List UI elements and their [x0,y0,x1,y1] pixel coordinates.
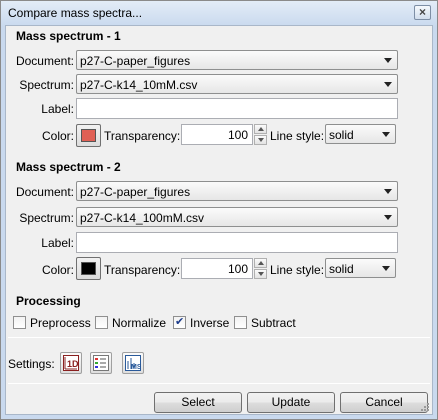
legend-settings-button[interactable] [90,352,112,374]
color-label-1: Color: [41,129,74,143]
transparency-input-2-value: 100 [227,262,248,276]
chevron-down-icon [382,132,390,137]
preprocess-checkbox[interactable]: Preprocess [13,315,93,331]
linestyle-label-1: Line style: [270,129,325,143]
document-label-1: Document: [15,54,74,68]
cancel-button[interactable]: Cancel [340,392,428,413]
dialog-window: Compare mass spectra... × Mass spectrum … [0,0,438,420]
document-select-1-value: p27-C-paper_figures [80,54,191,68]
separator [8,337,430,338]
linestyle-select-2-value: solid [329,262,354,276]
transparency-input-1[interactable]: 100 [181,124,253,145]
spectrum-select-2[interactable]: p27-C-k14_100mM.csv [76,207,398,227]
transparency-spinner-2[interactable] [254,258,267,279]
document-select-2[interactable]: p27-C-paper_figures [76,181,398,201]
spin-down-icon[interactable] [254,269,267,279]
checkbox-label: Normalize [112,316,167,330]
chevron-down-icon [384,82,392,87]
update-button[interactable]: Update [247,392,335,413]
settings-label: Settings: [8,357,55,371]
close-icon: × [418,5,426,19]
label-input-2[interactable] [76,232,398,253]
color-swatch-2 [81,262,96,275]
color-label-2: Color: [41,263,74,277]
label-label-2: Label: [41,236,74,250]
transparency-input-1-value: 100 [227,128,248,142]
title-bar[interactable]: Compare mass spectra... × [1,1,437,25]
spectrum-select-1-value: p27-C-k14_10mM.csv [80,78,198,92]
transparency-spinner-1[interactable] [254,124,267,145]
mass-spectrum-settings-icon: MS [125,355,141,371]
transparency-label-2: Transparency: [104,263,181,277]
mass-spectrum-icon-text: MS [131,364,141,371]
chevron-down-icon [384,189,392,194]
linestyle-select-1-value: solid [329,128,354,142]
chevron-down-icon [382,266,390,271]
linestyle-select-2[interactable]: solid [325,258,396,278]
select-button[interactable]: Select [154,392,242,413]
document-label-2: Document: [15,185,74,199]
spin-up-icon[interactable] [254,124,267,134]
document-select-1[interactable]: p27-C-paper_figures [76,50,398,70]
plot-1d-settings-button[interactable]: 1D [60,352,82,374]
spectrum-select-2-value: p27-C-k14_100mM.csv [80,211,205,225]
color-picker-button-1[interactable] [76,124,101,147]
subtract-checkbox[interactable]: Subtract [234,315,298,331]
section-title-spectrum-2: Mass spectrum - 2 [16,160,121,174]
checkbox-box[interactable] [95,316,108,329]
spectrum-label-1: Spectrum: [19,78,74,92]
plot-1d-settings-icon: 1D [63,355,79,371]
window-title: Compare mass spectra... [8,6,143,20]
color-swatch-1 [81,129,96,142]
color-picker-button-2[interactable] [76,257,101,280]
linestyle-select-1[interactable]: solid [325,124,396,144]
label-label-1: Label: [41,102,74,116]
document-select-2-value: p27-C-paper_figures [80,185,191,199]
spin-up-icon[interactable] [254,258,267,268]
dialog-body: Mass spectrum - 1 Document: p27-C-paper_… [5,25,433,415]
chevron-down-icon [384,58,392,63]
checkbox-label: Inverse [190,316,230,330]
checkbox-label: Preprocess [30,316,91,330]
section-title-spectrum-1: Mass spectrum - 1 [16,29,121,43]
close-button[interactable]: × [414,5,431,20]
inverse-checkbox[interactable]: Inverse [173,315,231,331]
linestyle-label-2: Line style: [270,263,325,277]
separator [8,383,430,384]
spectrum-select-1[interactable]: p27-C-k14_10mM.csv [76,74,398,94]
resize-grip-icon[interactable] [420,402,430,412]
checkbox-box[interactable] [173,315,186,329]
legend-settings-icon [93,355,109,371]
spin-down-icon[interactable] [254,135,267,145]
label-input-1[interactable] [76,98,398,119]
mass-spectrum-settings-button[interactable]: MS [122,352,144,374]
section-title-processing: Processing [16,294,81,308]
normalize-checkbox[interactable]: Normalize [95,315,171,331]
checkbox-box[interactable] [13,316,26,329]
transparency-label-1: Transparency: [104,129,181,143]
plot-1d-icon-text: 1D [67,359,79,369]
checkbox-label: Subtract [251,316,296,330]
spectrum-label-2: Spectrum: [19,211,74,225]
checkbox-box[interactable] [234,316,247,329]
chevron-down-icon [384,215,392,220]
transparency-input-2[interactable]: 100 [181,258,253,279]
